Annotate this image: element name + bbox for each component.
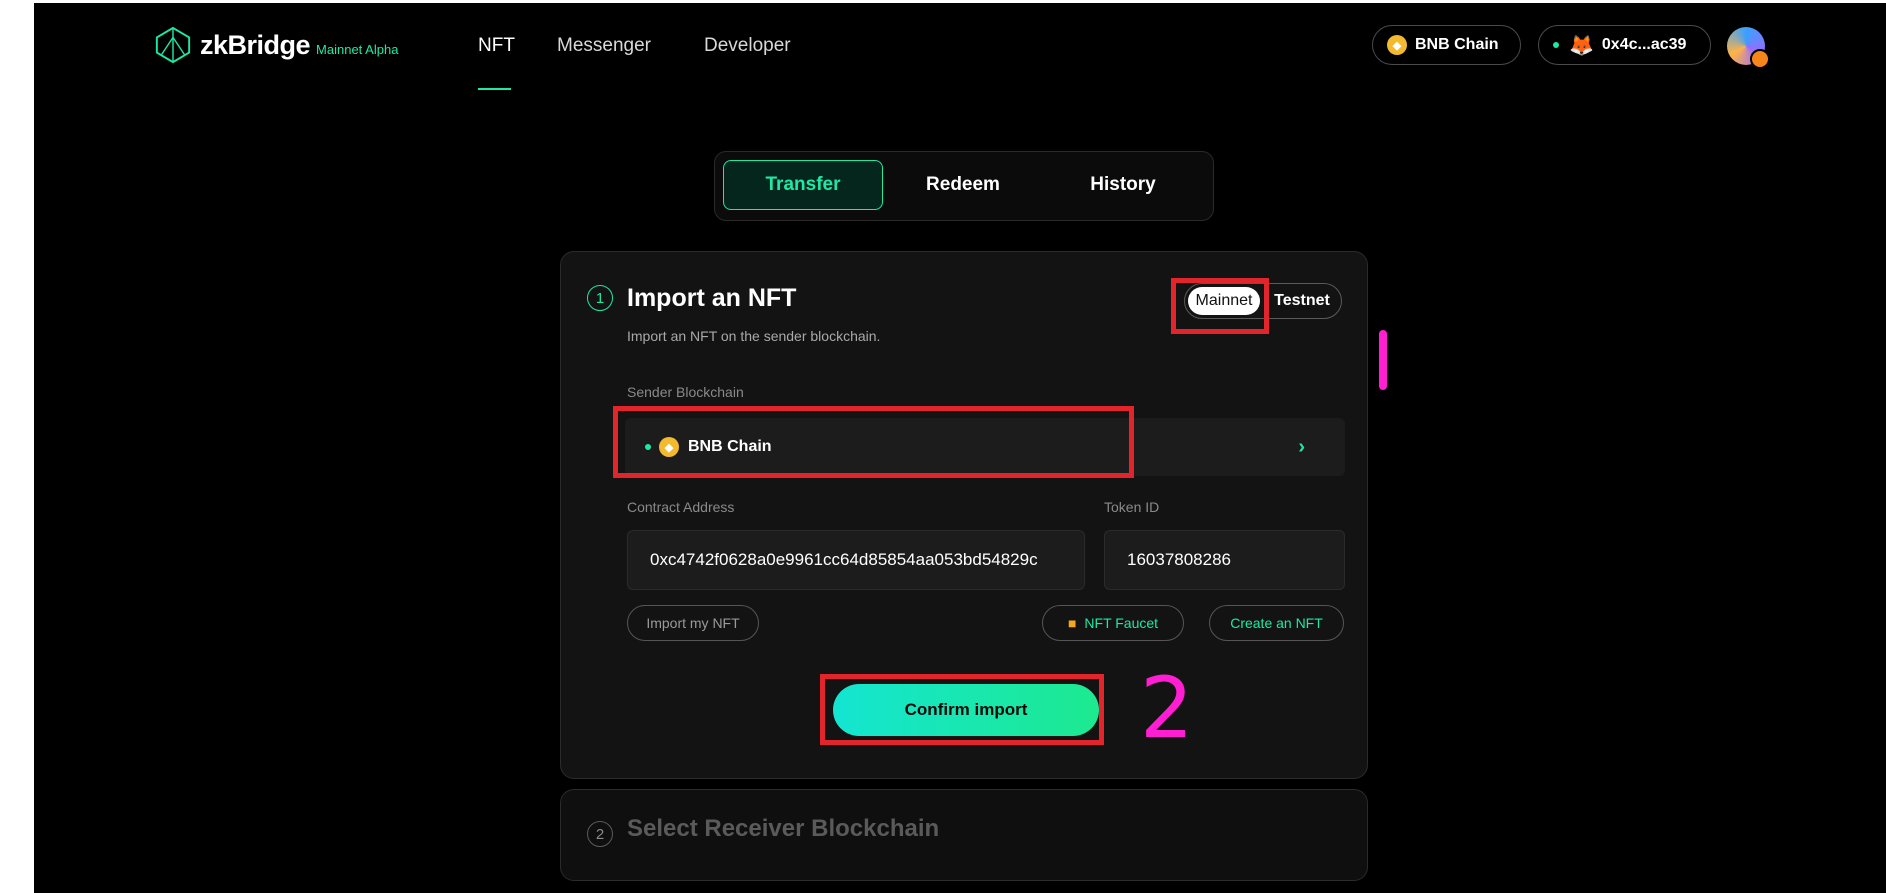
nft-faucet-button[interactable]: ■ NFT Faucet [1042, 605, 1184, 641]
wallet-address: 0x4c...ac39 [1601, 36, 1687, 53]
contract-address-input[interactable]: 0xc4742f0628a0e9961cc64d85854aa053bd5482… [627, 530, 1085, 590]
contract-address-label: Contract Address [627, 499, 735, 515]
annotation-mark-1: 1 [1379, 330, 1387, 390]
connected-dot-icon [1553, 42, 1559, 48]
chevron-right-icon: › [1298, 435, 1305, 458]
nav-developer[interactable]: Developer [704, 35, 791, 57]
wallet-button[interactable]: 🦊 0x4c...ac39 [1538, 25, 1711, 65]
metamask-fox-icon: 🦊 [1569, 34, 1594, 57]
testnet-option[interactable]: Testnet [1267, 287, 1337, 315]
tab-history[interactable]: History [1043, 160, 1203, 210]
token-id-label: Token ID [1104, 499, 1160, 515]
annotation-box-sender [613, 406, 1134, 478]
bnb-coin-icon: ◆ [1387, 35, 1407, 55]
nav-active-indicator [478, 88, 511, 90]
brand-subtitle: Mainnet Alpha [316, 41, 399, 57]
brand-logo[interactable]: zkBridge Mainnet Alpha [154, 26, 398, 64]
nft-faucet-label: NFT Faucet [1084, 615, 1159, 631]
import-my-nft-button[interactable]: Import my NFT [627, 605, 759, 641]
zkbridge-logo-icon [155, 26, 191, 64]
token-id-input[interactable]: 16037808286 [1104, 530, 1345, 590]
import-nft-subtitle: Import an NFT on the sender blockchain. [627, 328, 881, 344]
brand-name: zkBridge [200, 29, 311, 60]
annotation-box-network [1171, 278, 1269, 334]
annotation-box-confirm [820, 674, 1104, 745]
nav-nft[interactable]: NFT [478, 35, 515, 57]
metamask-badge-icon [1750, 49, 1770, 69]
chain-selector-button[interactable]: ◆ BNB Chain [1372, 25, 1521, 65]
step-number-2: 2 [587, 821, 613, 847]
chain-selector-label: BNB Chain [1415, 36, 1499, 53]
sender-blockchain-label: Sender Blockchain [627, 384, 744, 400]
gift-icon: ■ [1067, 615, 1077, 631]
import-nft-title: Import an NFT [627, 284, 797, 312]
app-window: zkBridge Mainnet Alpha NFT Messenger Dev… [34, 3, 1886, 893]
main-tabs: Transfer Redeem History [714, 151, 1214, 221]
tab-transfer[interactable]: Transfer [723, 160, 883, 210]
create-nft-button[interactable]: Create an NFT [1209, 605, 1344, 641]
nav-messenger[interactable]: Messenger [557, 35, 651, 57]
receiver-blockchain-card[interactable]: 2 Select Receiver Blockchain [560, 789, 1368, 881]
annotation-mark-2: 2 [1140, 659, 1194, 757]
step-number-1: 1 [587, 285, 613, 311]
receiver-blockchain-title: Select Receiver Blockchain [627, 815, 940, 842]
tab-redeem[interactable]: Redeem [883, 160, 1043, 210]
